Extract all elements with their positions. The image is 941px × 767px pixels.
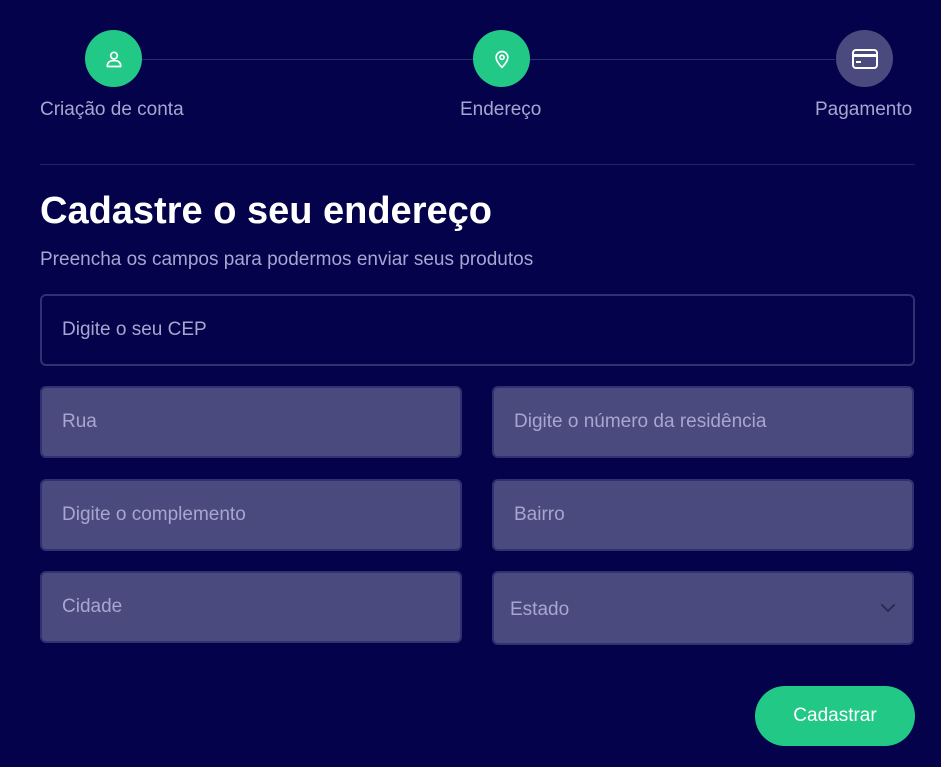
step-label: Criação de conta [40, 99, 184, 120]
step-circle-complete [85, 30, 142, 87]
step-connector [142, 59, 473, 60]
step-circle-active [473, 30, 530, 87]
step-circle-pending [836, 30, 893, 87]
step-connector [529, 59, 835, 60]
cep-input[interactable] [40, 294, 915, 366]
street-input[interactable] [40, 386, 462, 458]
credit-card-icon [851, 48, 878, 69]
progress-stepper: Criação de conta Endereço Pagamento [40, 30, 915, 125]
page-subtitle: Preencha os campos para podermos enviar … [40, 249, 534, 270]
step-label: Endereço [460, 99, 542, 120]
house-number-input[interactable] [492, 386, 914, 458]
neighborhood-input[interactable] [492, 479, 914, 551]
page-title: Cadastre o seu endereço [40, 190, 492, 232]
state-select[interactable]: Estado [492, 571, 914, 645]
submit-button[interactable]: Cadastrar [755, 686, 915, 746]
complement-input[interactable] [40, 479, 462, 551]
city-input[interactable] [40, 571, 462, 643]
state-select-value: Estado [510, 598, 570, 620]
user-icon [106, 51, 121, 67]
section-divider [40, 164, 915, 165]
step-label: Pagamento [815, 99, 913, 120]
address-registration-page: Criação de conta Endereço Pagamento Cada… [0, 0, 941, 767]
chevron-down-icon [880, 600, 896, 616]
map-pin-icon [494, 50, 509, 68]
